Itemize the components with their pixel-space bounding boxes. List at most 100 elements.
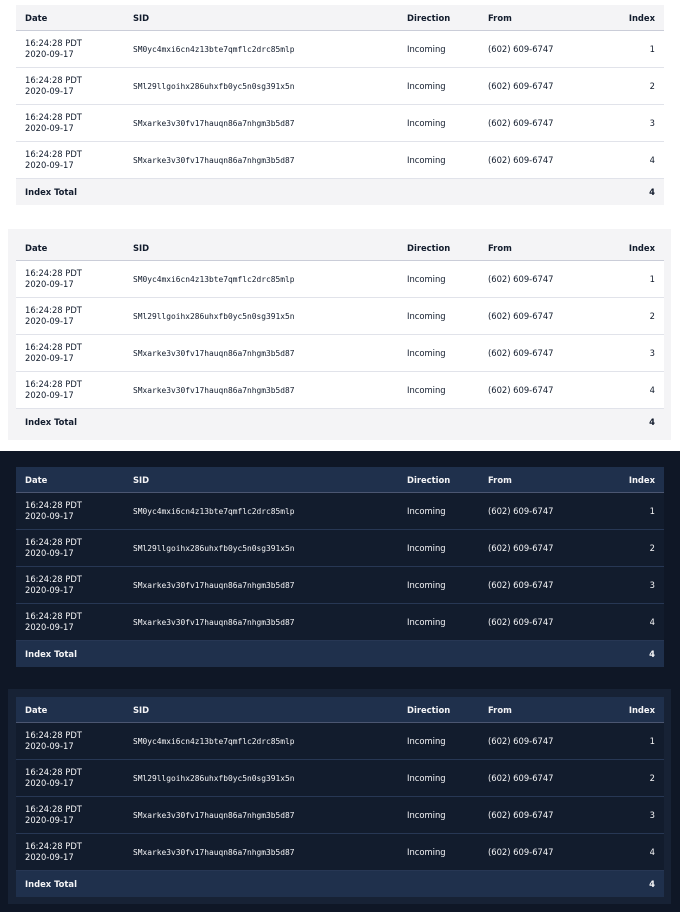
cell-direction: Incoming — [398, 759, 479, 797]
table-row: 16:24:28 PDT 2020-09-17 SMxarke3v30fv17h… — [16, 566, 664, 604]
cell-time-text: 16:24:28 PDT — [25, 537, 82, 547]
cell-time-text: 16:24:28 PDT — [25, 305, 82, 315]
table-section-dark-weak: Date SID Direction From Index 16:24:28 P… — [0, 681, 680, 912]
cell-sid: SMxarke3v30fv17hauqn86a7nhgm3b5d87 — [124, 796, 398, 834]
table-row: 16:24:28 PDT 2020-09-17 SM0yc4mxi6cn4z13… — [16, 30, 664, 68]
table-section-light: Date SID Direction From Index 16:24:28 P… — [0, 0, 680, 225]
cell-time-text: 16:24:28 PDT — [25, 730, 82, 740]
table-row: 16:24:28 PDT 2020-09-17 SMxarke3v30fv17h… — [16, 833, 664, 871]
cell-date-text: 2020-09-17 — [25, 123, 74, 133]
total-value: 4 — [589, 640, 664, 667]
cell-time-text: 16:24:28 PDT — [25, 841, 82, 851]
cell-time-text: 16:24:28 PDT — [25, 574, 82, 584]
cell-index: 2 — [589, 529, 664, 567]
cell-direction: Incoming — [398, 67, 479, 105]
cell-date: 16:24:28 PDT 2020-09-17 — [16, 796, 124, 834]
cell-time-text: 16:24:28 PDT — [25, 268, 82, 278]
table-section-dark: Date SID Direction From Index 16:24:28 P… — [0, 451, 680, 681]
cell-from: (602) 609-6747 — [479, 334, 589, 372]
cell-time-text: 16:24:28 PDT — [25, 611, 82, 621]
cell-index: 3 — [589, 566, 664, 604]
column-header-sid: SID — [124, 467, 398, 493]
cell-direction: Incoming — [398, 492, 479, 530]
data-table: Date SID Direction From Index 16:24:28 P… — [16, 5, 664, 205]
cell-date-text: 2020-09-17 — [25, 316, 74, 326]
cell-index: 3 — [589, 796, 664, 834]
cell-from: (602) 609-6747 — [479, 104, 589, 142]
cell-date: 16:24:28 PDT 2020-09-17 — [16, 722, 124, 760]
cell-date-text: 2020-09-17 — [25, 511, 74, 521]
cell-direction: Incoming — [398, 371, 479, 409]
cell-date-text: 2020-09-17 — [25, 585, 74, 595]
cell-sid: SM0yc4mxi6cn4z13bte7qmflc2drc85mlp — [124, 722, 398, 760]
table-header-row: Date SID Direction From Index — [16, 467, 664, 493]
total-label: Index Total — [16, 178, 589, 205]
cell-from: (602) 609-6747 — [479, 30, 589, 68]
cell-time-text: 16:24:28 PDT — [25, 804, 82, 814]
total-value: 4 — [589, 408, 664, 435]
cell-date: 16:24:28 PDT 2020-09-17 — [16, 529, 124, 567]
total-value: 4 — [589, 178, 664, 205]
cell-direction: Incoming — [398, 603, 479, 641]
column-header-direction: Direction — [398, 697, 479, 723]
cell-time-text: 16:24:28 PDT — [25, 112, 82, 122]
cell-date: 16:24:28 PDT 2020-09-17 — [16, 67, 124, 105]
cell-date: 16:24:28 PDT 2020-09-17 — [16, 371, 124, 409]
column-header-index: Index — [589, 235, 664, 261]
table-row: 16:24:28 PDT 2020-09-17 SMxarke3v30fv17h… — [16, 603, 664, 641]
column-header-date: Date — [16, 697, 124, 723]
table-row: 16:24:28 PDT 2020-09-17 SM0yc4mxi6cn4z13… — [16, 260, 664, 298]
cell-sid: SM0yc4mxi6cn4z13bte7qmflc2drc85mlp — [124, 30, 398, 68]
cell-direction: Incoming — [398, 566, 479, 604]
column-header-date: Date — [16, 5, 124, 31]
cell-date-text: 2020-09-17 — [25, 852, 74, 862]
cell-from: (602) 609-6747 — [479, 566, 589, 604]
cell-date-text: 2020-09-17 — [25, 741, 74, 751]
cell-sid: SM0yc4mxi6cn4z13bte7qmflc2drc85mlp — [124, 260, 398, 298]
data-table: Date SID Direction From Index 16:24:28 P… — [16, 697, 664, 897]
cell-index: 4 — [589, 141, 664, 179]
table-row: 16:24:28 PDT 2020-09-17 SM0yc4mxi6cn4z13… — [16, 722, 664, 760]
cell-direction: Incoming — [398, 529, 479, 567]
column-header-direction: Direction — [398, 5, 479, 31]
cell-from: (602) 609-6747 — [479, 141, 589, 179]
table-examples: Date SID Direction From Index 16:24:28 P… — [0, 0, 680, 912]
cell-date-text: 2020-09-17 — [25, 353, 74, 363]
cell-date: 16:24:28 PDT 2020-09-17 — [16, 492, 124, 530]
column-header-sid: SID — [124, 697, 398, 723]
table-row: 16:24:28 PDT 2020-09-17 SM0yc4mxi6cn4z13… — [16, 492, 664, 530]
cell-from: (602) 609-6747 — [479, 371, 589, 409]
cell-index: 2 — [589, 759, 664, 797]
cell-direction: Incoming — [398, 141, 479, 179]
cell-index: 1 — [589, 30, 664, 68]
cell-sid: SMl29llgoihx286uhxfb0yc5n0sg391x5n — [124, 297, 398, 335]
table-panel: Date SID Direction From Index 16:24:28 P… — [16, 235, 664, 435]
cell-index: 1 — [589, 722, 664, 760]
table-total-row: Index Total 4 — [16, 640, 664, 667]
column-header-from: From — [479, 5, 589, 31]
cell-date-text: 2020-09-17 — [25, 160, 74, 170]
cell-date-text: 2020-09-17 — [25, 815, 74, 825]
cell-direction: Incoming — [398, 30, 479, 68]
table-row: 16:24:28 PDT 2020-09-17 SMxarke3v30fv17h… — [16, 334, 664, 372]
cell-direction: Incoming — [398, 334, 479, 372]
cell-from: (602) 609-6747 — [479, 529, 589, 567]
cell-time-text: 16:24:28 PDT — [25, 379, 82, 389]
column-header-date: Date — [16, 235, 124, 261]
cell-time-text: 16:24:28 PDT — [25, 149, 82, 159]
cell-index: 1 — [589, 492, 664, 530]
cell-index: 3 — [589, 104, 664, 142]
column-header-date: Date — [16, 467, 124, 493]
table-section-light-weak: Date SID Direction From Index 16:24:28 P… — [0, 225, 680, 451]
table-panel: Date SID Direction From Index 16:24:28 P… — [16, 5, 664, 205]
cell-date: 16:24:28 PDT 2020-09-17 — [16, 141, 124, 179]
column-header-from: From — [479, 697, 589, 723]
table-row: 16:24:28 PDT 2020-09-17 SMxarke3v30fv17h… — [16, 104, 664, 142]
cell-from: (602) 609-6747 — [479, 833, 589, 871]
cell-from: (602) 609-6747 — [479, 297, 589, 335]
cell-date-text: 2020-09-17 — [25, 86, 74, 96]
table-total-row: Index Total 4 — [16, 178, 664, 205]
column-header-sid: SID — [124, 235, 398, 261]
cell-time-text: 16:24:28 PDT — [25, 500, 82, 510]
data-table: Date SID Direction From Index 16:24:28 P… — [16, 235, 664, 435]
